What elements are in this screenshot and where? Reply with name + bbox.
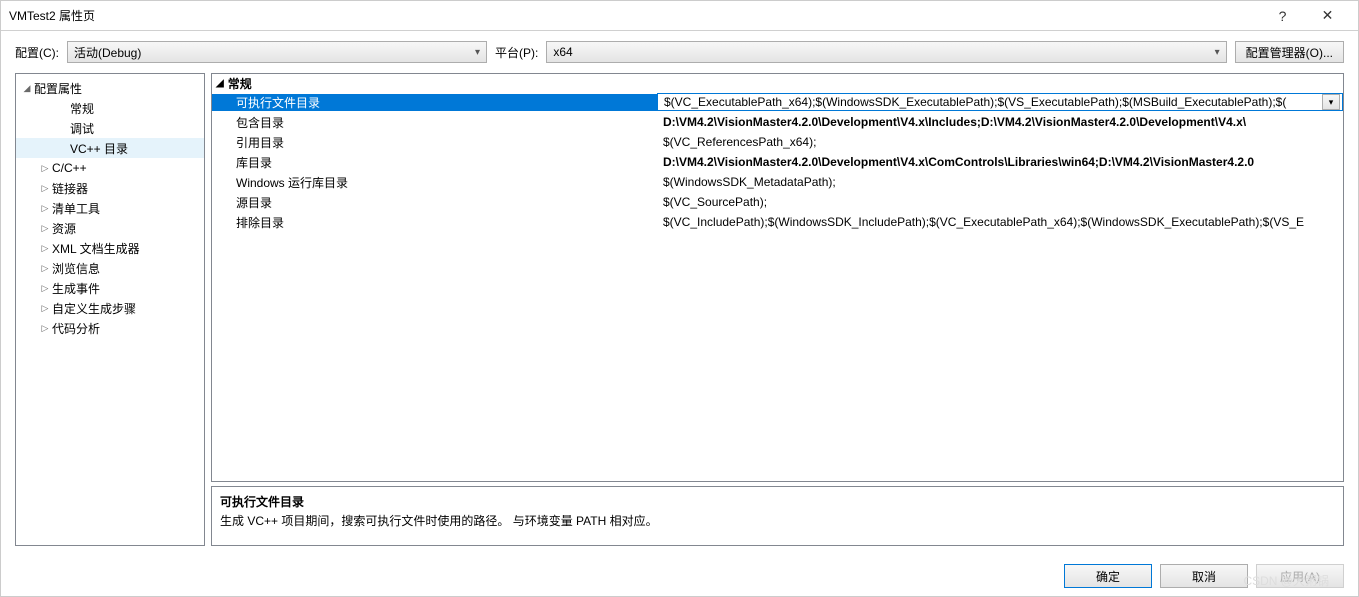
tree-item[interactable]: ▷生成事件 [16,278,204,298]
tree-item-label: XML 文档生成器 [52,240,140,257]
right-pane: ◢ 常规 可执行文件目录$(VC_ExecutablePath_x64);$(W… [211,73,1344,546]
platform-label: 平台(P): [495,44,538,61]
property-row[interactable]: Windows 运行库目录$(WindowsSDK_MetadataPath); [212,172,1343,192]
property-name: 库目录 [212,154,657,171]
collapse-icon[interactable]: ◢ [216,78,224,89]
property-row[interactable]: 可执行文件目录$(VC_ExecutablePath_x64);$(Window… [212,92,1343,112]
apply-button[interactable]: 应用(A) [1256,564,1344,588]
tree-item-label: 浏览信息 [52,260,100,277]
chevron-down-icon: ▾ [1215,47,1220,58]
tree-item[interactable]: ▷资源 [16,218,204,238]
help-icon[interactable]: ? [1260,8,1305,24]
tree-item[interactable]: 常规 [16,98,204,118]
window-title: VMTest2 属性页 [9,7,1260,24]
tree-item-label: 常规 [70,100,94,117]
expand-icon[interactable]: ▷ [38,183,52,194]
tree-item[interactable]: 调试 [16,118,204,138]
ok-button[interactable]: 确定 [1064,564,1152,588]
tree-item-label: 链接器 [52,180,88,197]
property-name: 包含目录 [212,114,657,131]
description-text: 生成 VC++ 项目期间，搜索可执行文件时使用的路径。 与环境变量 PATH 相… [220,512,1335,529]
property-name: Windows 运行库目录 [212,174,657,191]
dropdown-icon[interactable]: ▾ [1322,94,1340,110]
expand-icon[interactable]: ▷ [38,243,52,254]
footer: 确定 取消 应用(A) [1,556,1358,596]
tree-item-label: 清单工具 [52,200,100,217]
property-page-window: VMTest2 属性页 ? ✕ 配置(C): 活动(Debug) ▾ 平台(P)… [0,0,1359,597]
toolbar: 配置(C): 活动(Debug) ▾ 平台(P): x64 ▾ 配置管理器(O)… [1,31,1358,73]
property-name: 源目录 [212,194,657,211]
titlebar: VMTest2 属性页 ? ✕ [1,1,1358,31]
tree-item[interactable]: ▷XML 文档生成器 [16,238,204,258]
expand-icon[interactable]: ▷ [38,263,52,274]
property-row[interactable]: 包含目录D:\VM4.2\VisionMaster4.2.0\Developme… [212,112,1343,132]
property-row[interactable]: 排除目录$(VC_IncludePath);$(WindowsSDK_Inclu… [212,212,1343,232]
tree-item[interactable]: ▷清单工具 [16,198,204,218]
property-row[interactable]: 源目录$(VC_SourcePath); [212,192,1343,212]
chevron-down-icon: ▾ [475,47,480,58]
expand-icon[interactable]: ◢ [20,83,34,94]
property-grid[interactable]: ◢ 常规 可执行文件目录$(VC_ExecutablePath_x64);$(W… [211,73,1344,482]
property-value[interactable]: $(VC_ExecutablePath_x64);$(WindowsSDK_Ex… [657,93,1343,111]
property-name: 可执行文件目录 [212,94,657,111]
cancel-button[interactable]: 取消 [1160,564,1248,588]
tree-item[interactable]: ▷代码分析 [16,318,204,338]
main-area: ◢ 配置属性 常规调试VC++ 目录▷C/C++▷链接器▷清单工具▷资源▷XML… [1,73,1358,556]
tree-pane[interactable]: ◢ 配置属性 常规调试VC++ 目录▷C/C++▷链接器▷清单工具▷资源▷XML… [15,73,205,546]
tree-item-label: 自定义生成步骤 [52,300,136,317]
close-icon[interactable]: ✕ [1305,7,1350,24]
tree-item[interactable]: ▷浏览信息 [16,258,204,278]
property-value[interactable]: D:\VM4.2\VisionMaster4.2.0\Development\V… [657,115,1343,129]
expand-icon[interactable]: ▷ [38,223,52,234]
property-name: 引用目录 [212,134,657,151]
expand-icon[interactable]: ▷ [38,203,52,214]
expand-icon[interactable]: ▷ [38,303,52,314]
config-combo[interactable]: 活动(Debug) ▾ [67,41,487,63]
description-title: 可执行文件目录 [220,493,1335,510]
platform-combo[interactable]: x64 ▾ [546,41,1226,63]
description-pane: 可执行文件目录 生成 VC++ 项目期间，搜索可执行文件时使用的路径。 与环境变… [211,486,1344,546]
property-value[interactable]: $(VC_ReferencesPath_x64); [657,135,1343,149]
tree-item[interactable]: ▷C/C++ [16,158,204,178]
property-name: 排除目录 [212,214,657,231]
platform-value: x64 [553,45,572,59]
property-value[interactable]: $(VC_IncludePath);$(WindowsSDK_IncludePa… [657,215,1343,229]
tree-item-label: 调试 [70,120,94,137]
tree-item-label: C/C++ [52,161,87,175]
expand-icon[interactable]: ▷ [38,283,52,294]
tree-item-label: 资源 [52,220,76,237]
tree-item[interactable]: VC++ 目录 [16,138,204,158]
property-value[interactable]: $(VC_SourcePath); [657,195,1343,209]
tree-root[interactable]: ◢ 配置属性 [16,78,204,98]
tree-item-label: 代码分析 [52,320,100,337]
tree-item-label: VC++ 目录 [70,140,128,157]
tree-item-label: 生成事件 [52,280,100,297]
tree-item[interactable]: ▷自定义生成步骤 [16,298,204,318]
property-row[interactable]: 引用目录$(VC_ReferencesPath_x64); [212,132,1343,152]
config-value: 活动(Debug) [74,44,141,61]
tree-item[interactable]: ▷链接器 [16,178,204,198]
section-header[interactable]: ◢ 常规 [212,74,1343,92]
config-label: 配置(C): [15,44,59,61]
property-row[interactable]: 库目录D:\VM4.2\VisionMaster4.2.0\Developmen… [212,152,1343,172]
property-value[interactable]: $(WindowsSDK_MetadataPath); [657,175,1343,189]
expand-icon[interactable]: ▷ [38,323,52,334]
expand-icon[interactable]: ▷ [38,163,52,174]
config-manager-button[interactable]: 配置管理器(O)... [1235,41,1344,63]
property-value[interactable]: D:\VM4.2\VisionMaster4.2.0\Development\V… [657,155,1343,169]
